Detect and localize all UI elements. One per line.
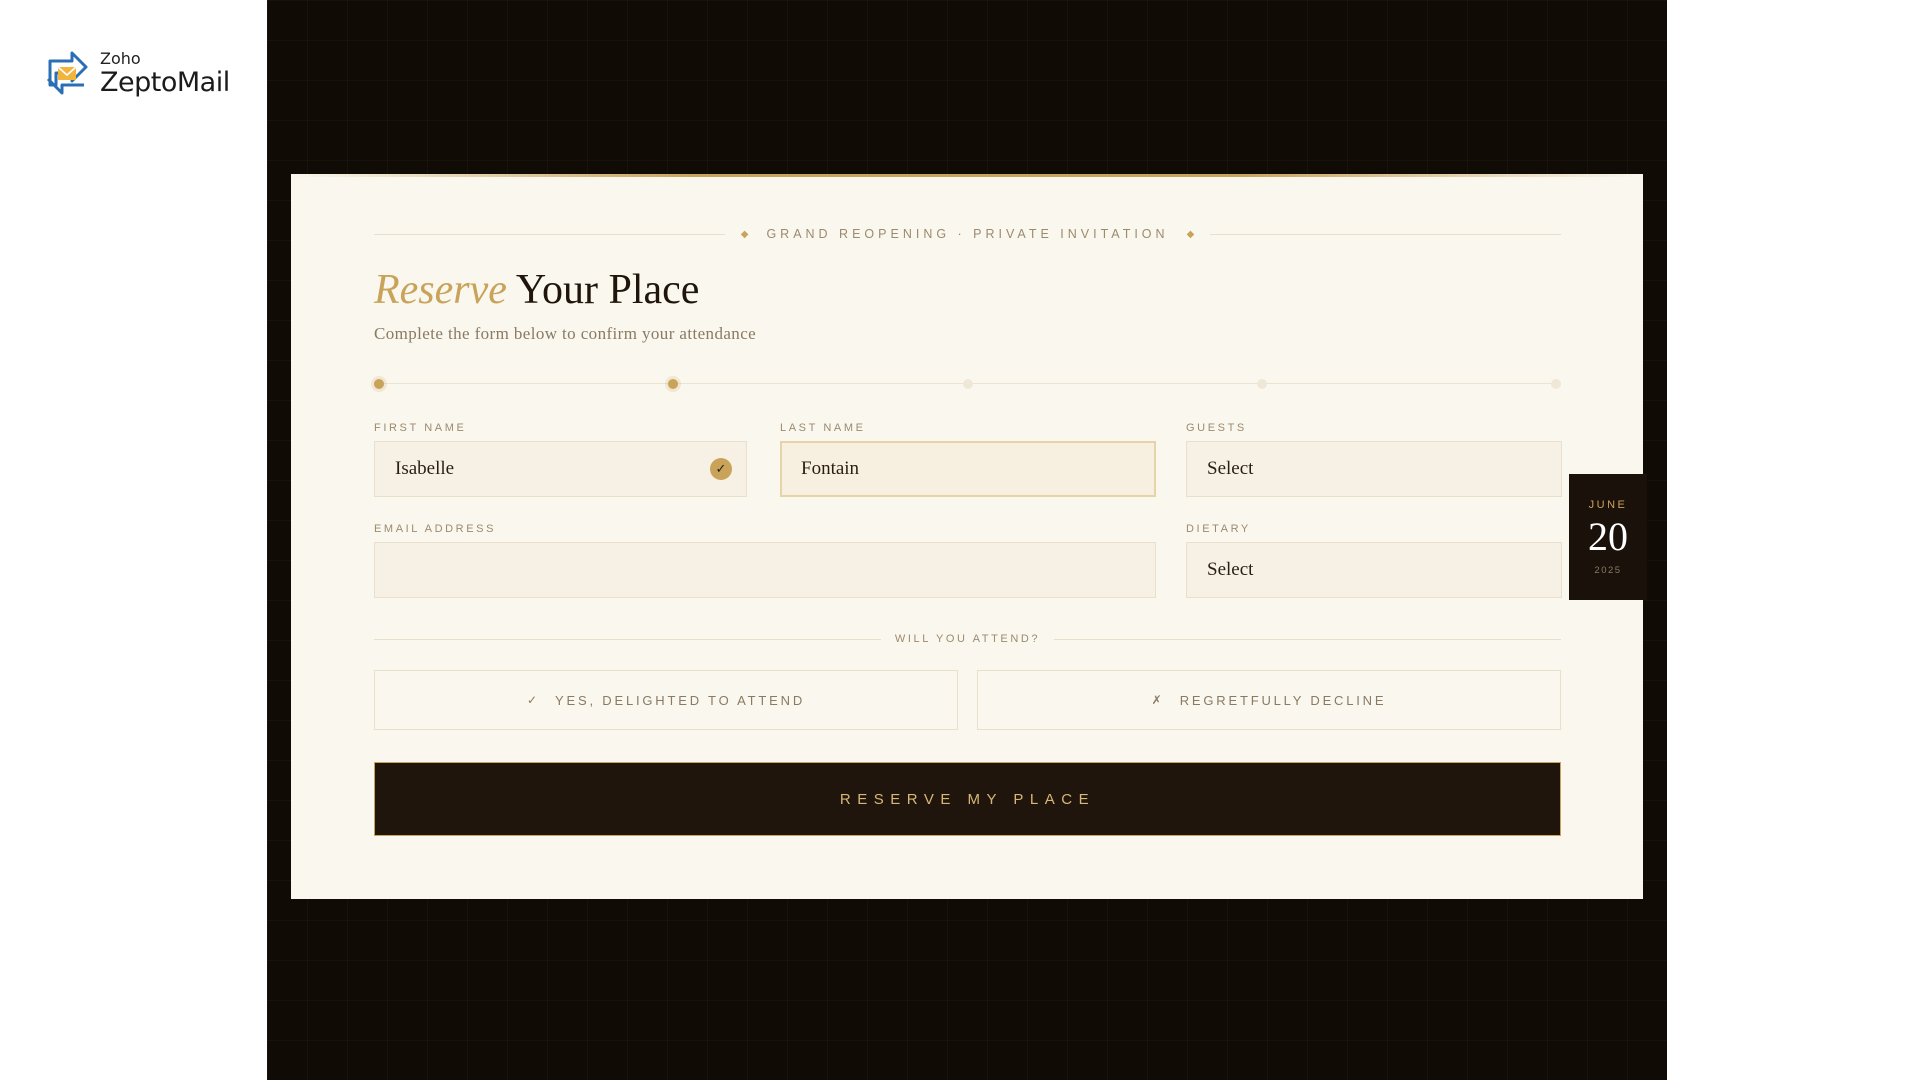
cross-mark-icon: ✗ — [1151, 693, 1162, 707]
last-name-field[interactable]: Fontain — [780, 441, 1156, 497]
first-name-value: Isabelle — [395, 458, 455, 479]
attend-decline-label: REGRETFULLY DECLINE — [1179, 692, 1387, 708]
check-mark-icon: ✓ — [526, 693, 538, 707]
progress-step-dot — [668, 379, 679, 389]
diamond-icon: ◆ — [740, 228, 749, 240]
divider — [374, 638, 881, 640]
step-progress — [374, 378, 1561, 390]
attend-yes-label: YES, DELIGHTED TO ATTEND — [555, 692, 806, 708]
zeptomail-logo-icon — [46, 51, 88, 95]
page-subtitle: Complete the form below to confirm your … — [374, 324, 757, 343]
attend-label: WILL YOU ATTEND? — [894, 633, 1041, 645]
attend-decline-button[interactable]: ✗ REGRETFULLY DECLINE — [977, 670, 1561, 730]
logo-brand-small: Zoho — [100, 48, 141, 68]
dietary-label: DIETARY — [1186, 523, 1251, 535]
date-day: 20 — [1588, 513, 1628, 559]
first-name-label: FIRST NAME — [374, 422, 467, 434]
guests-value: Select — [1207, 458, 1254, 479]
guests-label: GUESTS — [1186, 422, 1247, 434]
progress-step-dot — [374, 379, 384, 389]
divider — [1210, 233, 1561, 235]
check-icon: ✓ — [710, 458, 732, 480]
title-accent: Reserve — [374, 267, 507, 313]
attend-divider: WILL YOU ATTEND? — [374, 632, 1561, 646]
last-name-label: LAST NAME — [780, 422, 866, 434]
first-name-field[interactable]: Isabelle ✓ — [374, 441, 747, 497]
card-accent-line — [291, 174, 1643, 177]
date-month: JUNE — [1588, 498, 1628, 511]
progress-step-dot — [1551, 379, 1561, 389]
event-date-badge: JUNE 20 2025 — [1569, 474, 1647, 600]
dietary-select[interactable]: Select — [1186, 542, 1562, 598]
zeptomail-logo: Zoho ZeptoMail — [42, 47, 230, 99]
diamond-icon: ◆ — [1186, 228, 1195, 240]
date-year: 2025 — [1594, 564, 1622, 576]
email-label: EMAIL ADDRESS — [374, 523, 497, 535]
progress-step-dot — [1256, 379, 1267, 389]
progress-step-dot — [962, 379, 973, 389]
eyebrow-text: GRAND REOPENING · PRIVATE INVITATION — [766, 227, 1169, 241]
email-field[interactable] — [374, 542, 1156, 598]
attend-yes-button[interactable]: ✓ YES, DELIGHTED TO ATTEND — [374, 670, 958, 730]
guests-select[interactable]: Select — [1186, 441, 1562, 497]
title-rest: Your Place — [515, 267, 700, 313]
last-name-value: Fontain — [801, 458, 860, 479]
reserve-button[interactable]: RESERVE MY PLACE — [374, 762, 1561, 836]
divider — [1054, 638, 1561, 640]
divider — [374, 233, 725, 235]
reservation-card: ◆ GRAND REOPENING · PRIVATE INVITATION ◆… — [291, 174, 1647, 899]
invitation-stage: ◆ GRAND REOPENING · PRIVATE INVITATION ◆… — [267, 0, 1667, 1080]
logo-brand-name: ZeptoMail — [100, 66, 230, 98]
page-title: Reserve Your Place — [374, 266, 699, 314]
eyebrow-row: ◆ GRAND REOPENING · PRIVATE INVITATION ◆ — [374, 226, 1561, 242]
dietary-value: Select — [1207, 559, 1254, 580]
